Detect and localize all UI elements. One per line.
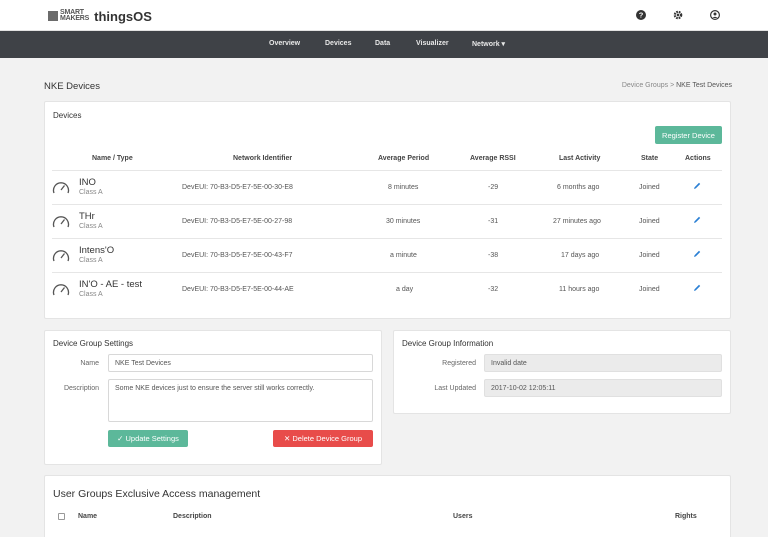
breadcrumb: Device Groups > NKE Test Devices <box>622 82 732 89</box>
nav-data[interactable]: Data <box>375 40 390 47</box>
nav-devices[interactable]: Devices <box>325 40 351 47</box>
table-row[interactable]: THr Class A DevEUI: 70-B3-D5-E7-5E-00-27… <box>52 204 722 238</box>
gear-icon[interactable] <box>672 9 684 21</box>
gauge-icon <box>52 182 70 194</box>
pencil-icon[interactable] <box>692 181 702 191</box>
pencil-icon[interactable] <box>692 283 702 293</box>
user-icon[interactable] <box>709 9 721 21</box>
col-ug-name: Name <box>78 513 98 520</box>
info-title: Device Group Information <box>402 339 494 348</box>
table-row[interactable]: Intens'O Class A DevEUI: 70-B3-D5-E7-5E-… <box>52 238 722 272</box>
page-title: NKE Devices <box>44 81 100 92</box>
user-groups-card <box>44 475 731 537</box>
col-state: State <box>641 155 659 162</box>
logo[interactable]: SMART MAKERS thingsOS <box>48 8 152 24</box>
breadcrumb-current: NKE Test Devices <box>676 82 732 89</box>
name-label: Name <box>80 360 99 367</box>
description-label: Description <box>63 385 99 392</box>
col-name-type: Name / Type <box>92 155 133 162</box>
last-updated-label: Last Updated <box>434 385 476 392</box>
pencil-icon[interactable] <box>692 249 702 259</box>
device-network-id: DevEUI: 70-B3-D5-E7-5E-00-43-F7 <box>182 252 293 259</box>
device-last-activity: 27 minutes ago <box>553 218 601 225</box>
device-class: Class A <box>79 257 103 264</box>
nav-network[interactable]: Network ▾ <box>472 40 505 48</box>
col-last-activity: Last Activity <box>559 155 601 162</box>
device-average-period: 30 minutes <box>386 218 421 225</box>
settings-title: Device Group Settings <box>53 339 134 348</box>
main-nav: Overview Devices Data Visualizer Network… <box>0 31 768 58</box>
device-state: Joined <box>639 252 660 259</box>
device-name[interactable]: INO <box>79 177 96 188</box>
breadcrumb-separator: > <box>670 82 675 89</box>
table-row[interactable]: INO Class A DevEUI: 70-B3-D5-E7-5E-00-30… <box>52 170 722 204</box>
device-name[interactable]: IN'O - AE - test <box>79 279 142 290</box>
table-row[interactable]: IN'O - AE - test Class A DevEUI: 70-B3-D… <box>52 272 722 306</box>
pencil-icon[interactable] <box>692 215 702 225</box>
top-header: SMART MAKERS thingsOS ? <box>0 0 768 31</box>
device-state: Joined <box>639 184 660 191</box>
svg-text:?: ? <box>639 11 644 20</box>
device-average-rssi: -38 <box>488 252 499 259</box>
update-settings-button[interactable]: ✓ Update Settings <box>108 430 188 447</box>
name-input[interactable]: NKE Test Devices <box>108 354 373 372</box>
nav-visualizer[interactable]: Visualizer <box>416 40 449 47</box>
device-last-activity: 6 months ago <box>557 184 600 191</box>
breadcrumb-device-groups[interactable]: Device Groups <box>622 82 668 89</box>
col-actions: Actions <box>685 155 711 162</box>
gauge-icon <box>52 284 70 296</box>
device-average-rssi: -31 <box>488 218 499 225</box>
device-class: Class A <box>79 291 103 298</box>
device-average-period: 8 minutes <box>388 184 419 191</box>
col-ug-description: Description <box>173 513 212 520</box>
col-average-rssi: Average RSSI <box>470 155 516 162</box>
device-state: Joined <box>639 286 660 293</box>
device-network-id: DevEUI: 70-B3-D5-E7-5E-00-30-E8 <box>182 184 293 191</box>
device-last-activity: 11 hours ago <box>559 286 600 293</box>
device-average-period: a day <box>396 286 414 293</box>
col-ug-rights: Rights <box>675 513 697 520</box>
device-average-rssi: -29 <box>488 184 499 191</box>
device-last-activity: 17 days ago <box>561 252 600 259</box>
logo-text: SMART MAKERS <box>60 9 90 22</box>
register-device-button[interactable]: Register Device <box>655 126 722 144</box>
last-updated-field: 2017-10-02 12:05:11 <box>484 379 722 397</box>
description-textarea[interactable]: Some NKE devices just to ensure the serv… <box>108 379 373 422</box>
logo-line-2: MAKERS <box>60 15 90 22</box>
device-network-id: DevEUI: 70-B3-D5-E7-5E-00-44-AE <box>182 286 294 293</box>
devices-title: Devices <box>53 111 82 120</box>
registered-label: Registered <box>442 360 476 367</box>
device-name[interactable]: THr <box>79 211 95 222</box>
nav-overview[interactable]: Overview <box>269 40 300 47</box>
registered-field: Invalid date <box>484 354 722 372</box>
app-title: thingsOS <box>94 8 152 24</box>
device-state: Joined <box>639 218 660 225</box>
device-name[interactable]: Intens'O <box>79 245 114 256</box>
device-class: Class A <box>79 189 103 196</box>
delete-device-group-button[interactable]: ✕ Delete Device Group <box>273 430 373 447</box>
device-average-rssi: -32 <box>488 286 499 293</box>
select-all-checkbox[interactable] <box>58 513 65 520</box>
gauge-icon <box>52 250 70 262</box>
device-average-period: a minute <box>390 252 417 259</box>
col-ug-users: Users <box>453 513 473 520</box>
device-class: Class A <box>79 223 103 230</box>
help-icon[interactable]: ? <box>635 9 647 21</box>
logo-icon <box>48 11 58 21</box>
gauge-icon <box>52 216 70 228</box>
device-network-id: DevEUI: 70-B3-D5-E7-5E-00-27-98 <box>182 218 293 225</box>
col-average-period: Average Period <box>378 155 430 162</box>
col-network-identifier: Network Identifier <box>233 155 293 162</box>
user-groups-title: User Groups Exclusive Access management <box>53 488 261 500</box>
